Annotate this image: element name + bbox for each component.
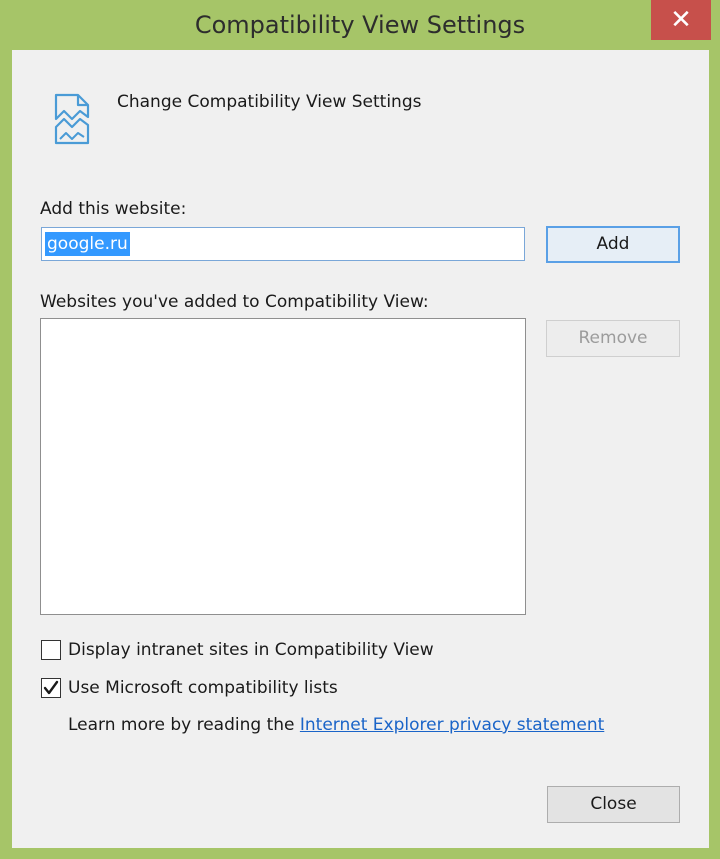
broken-page-icon bbox=[50, 91, 94, 147]
privacy-statement-link[interactable]: Internet Explorer privacy statement bbox=[300, 715, 604, 735]
title-bar[interactable]: Compatibility View Settings ✕ bbox=[0, 0, 720, 50]
learn-more-prefix: Learn more by reading the bbox=[68, 715, 300, 735]
dialog-body: Change Compatibility View Settings Add t… bbox=[12, 50, 709, 848]
checkmark-icon bbox=[43, 680, 59, 695]
ms-lists-checkbox-label[interactable]: Use Microsoft compatibility lists bbox=[68, 678, 338, 698]
window-close-icon[interactable]: ✕ bbox=[651, 0, 711, 40]
dialog-heading: Change Compatibility View Settings bbox=[117, 92, 422, 112]
window-title: Compatibility View Settings bbox=[194, 11, 526, 39]
intranet-checkbox-label[interactable]: Display intranet sites in Compatibility … bbox=[68, 640, 434, 660]
added-websites-label: Websites you've added to Compatibility V… bbox=[40, 292, 429, 312]
close-button[interactable]: Close bbox=[547, 786, 680, 823]
added-websites-list[interactable] bbox=[40, 318, 526, 615]
intranet-checkbox[interactable] bbox=[41, 640, 61, 660]
website-input-value: google.ru bbox=[45, 232, 130, 256]
add-button[interactable]: Add bbox=[546, 226, 680, 263]
dialog-window: Compatibility View Settings ✕ Change Com… bbox=[0, 0, 720, 859]
add-website-label: Add this website: bbox=[40, 199, 187, 219]
remove-button: Remove bbox=[546, 320, 680, 357]
learn-more-text: Learn more by reading the Internet Explo… bbox=[68, 715, 604, 735]
ms-lists-checkbox[interactable] bbox=[41, 678, 61, 698]
website-input[interactable]: google.ru bbox=[41, 227, 525, 261]
